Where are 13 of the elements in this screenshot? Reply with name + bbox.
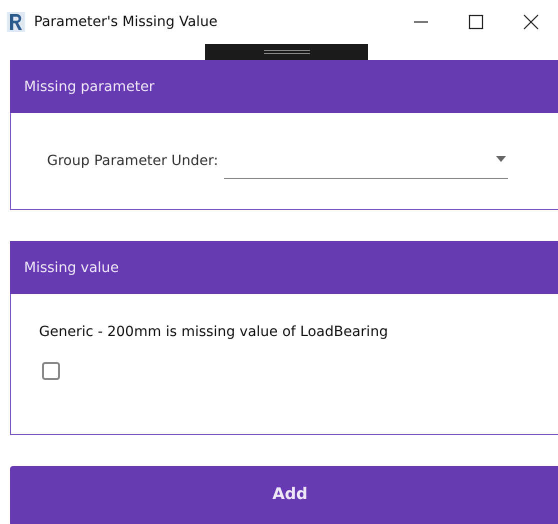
- close-icon: [522, 14, 538, 30]
- maximize-icon: [468, 14, 484, 30]
- caret-icon: [496, 156, 506, 162]
- drag-handle[interactable]: [205, 44, 368, 60]
- minimize-icon: [414, 21, 428, 23]
- window-title: Parameter's Missing Value: [34, 14, 218, 30]
- section-header: Missing parameter: [10, 60, 558, 113]
- checkbox[interactable]: [42, 362, 60, 380]
- section-header: Missing value: [10, 241, 558, 294]
- add-button[interactable]: Add: [10, 466, 558, 524]
- message-text: Generic - 200mm is missing value of LoadBearing: [39, 324, 389, 340]
- field-label: Group Parameter Under:: [47, 153, 218, 169]
- app-logo-icon: [7, 12, 25, 32]
